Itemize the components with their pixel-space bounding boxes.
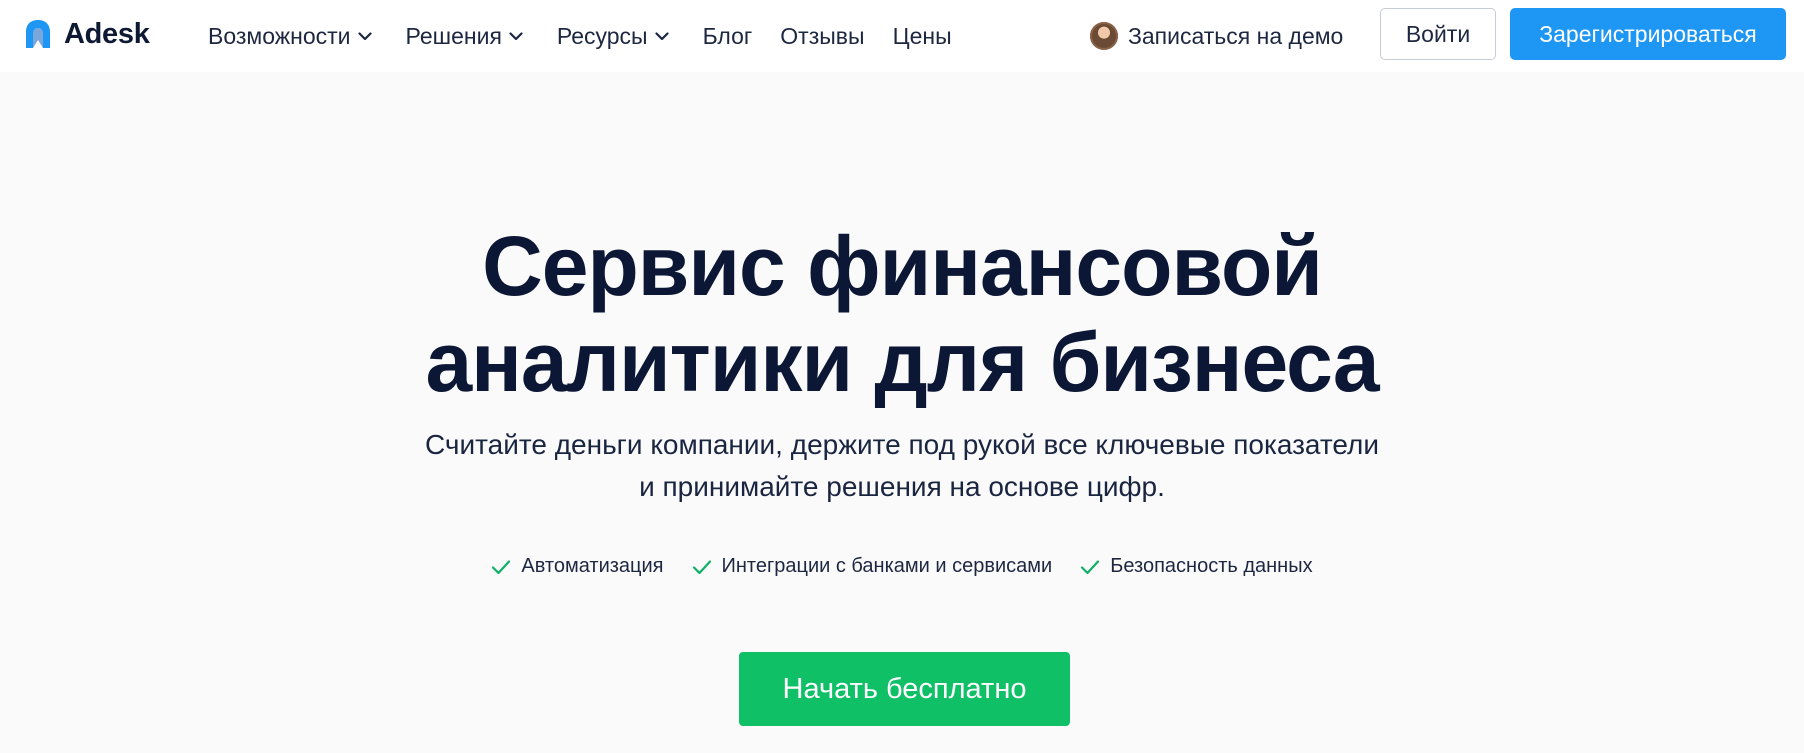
feature-list: Автоматизация Интеграции с банками и сер… — [0, 555, 1804, 578]
hero-subtitle: Считайте деньги компании, держите под ру… — [0, 424, 1804, 508]
chevron-down-icon — [654, 31, 669, 40]
check-icon — [692, 559, 711, 574]
nav-item-label: Ресурсы — [556, 22, 648, 49]
nav-item-resources[interactable]: Ресурсы — [557, 23, 669, 50]
site-header: Adesk Возможности Решения Ресурсы Блог О… — [0, 0, 1804, 72]
adesk-logo-icon — [26, 20, 50, 48]
hero-subtitle-line: и принимайте решения на основе цифр. — [639, 471, 1165, 502]
logo-text: Adesk — [64, 17, 150, 50]
main-nav: Возможности Решения Ресурсы Блог Отзывы … — [208, 19, 980, 53]
nav-item-blog[interactable]: Блог — [703, 23, 753, 50]
nav-item-label: Отзывы — [780, 22, 865, 49]
feature-label: Интеграции с банками и сервисами — [721, 555, 1053, 577]
book-demo-link[interactable]: Записаться на демо — [1090, 19, 1343, 53]
hero-title-line: Сервис финансовой — [482, 219, 1323, 313]
nav-item-reviews[interactable]: Отзывы — [780, 23, 864, 50]
hero-title: Сервис финансовой аналитики для бизнеса — [0, 218, 1804, 410]
start-free-button[interactable]: Начать бесплатно — [739, 652, 1070, 726]
feature-label: Автоматизация — [521, 555, 664, 577]
logo[interactable]: Adesk — [22, 16, 150, 52]
chevron-down-icon — [357, 31, 372, 40]
login-button[interactable]: Войти — [1380, 8, 1496, 60]
register-button[interactable]: Зарегистрироваться — [1510, 8, 1786, 60]
hero-title-line: аналитики для бизнеса — [425, 315, 1379, 409]
check-icon — [492, 559, 511, 574]
hero-subtitle-line: Считайте деньги компании, держите под ру… — [425, 429, 1379, 460]
check-icon — [1081, 559, 1100, 574]
nav-item-solutions[interactable]: Решения — [406, 23, 523, 50]
chevron-down-icon — [509, 31, 523, 40]
nav-item-label: Возможности — [208, 22, 351, 49]
nav-item-label: Блог — [702, 22, 753, 49]
book-demo-label: Записаться на демо — [1128, 22, 1344, 49]
feature-item: Интеграции с банками и сервисами — [692, 555, 1053, 578]
nav-item-pricing[interactable]: Цены — [893, 23, 952, 50]
nav-item-label: Решения — [405, 22, 502, 49]
nav-item-label: Цены — [892, 22, 952, 49]
feature-item: Автоматизация — [491, 555, 664, 578]
feature-item: Безопасность данных — [1080, 555, 1313, 578]
nav-item-features[interactable]: Возможности — [208, 23, 372, 50]
feature-label: Безопасность данных — [1110, 555, 1313, 577]
avatar — [1090, 22, 1118, 50]
